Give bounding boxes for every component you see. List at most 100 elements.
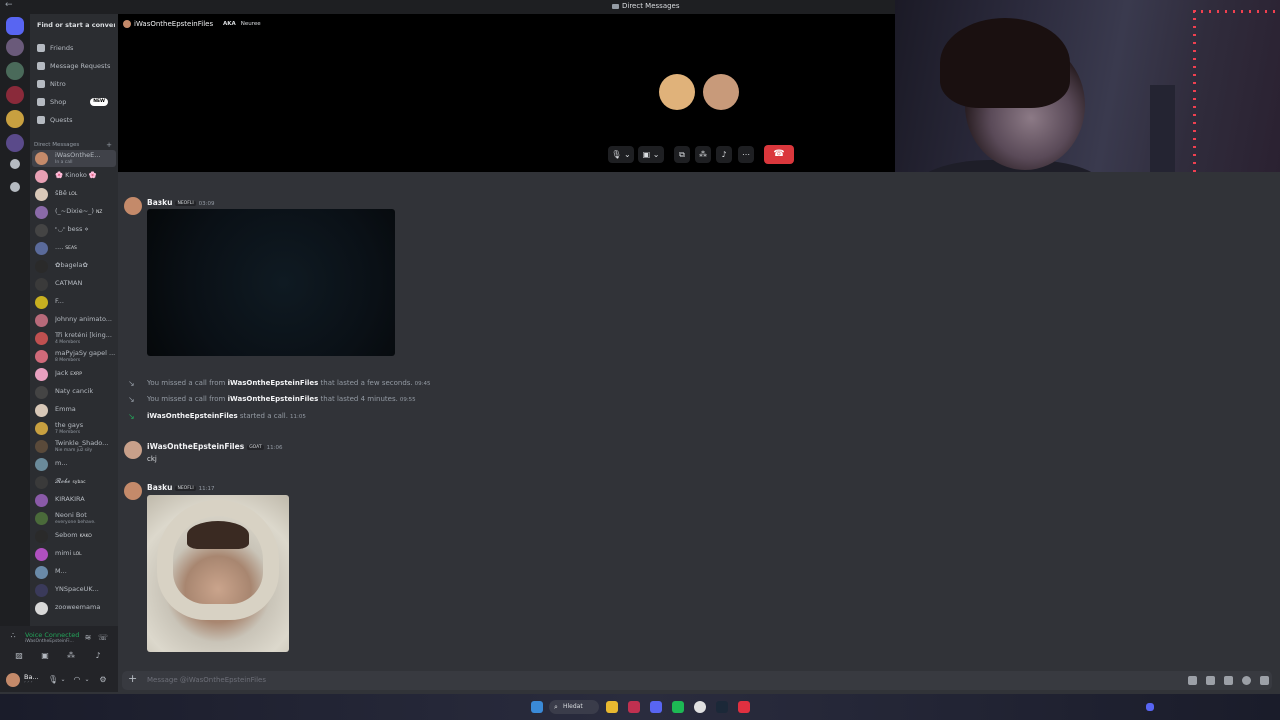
window-title: Direct Messages: [612, 2, 680, 10]
voice-channel[interactable]: iWasOntheEpsteinFi...: [25, 639, 74, 644]
activity-icon: ⁂: [699, 150, 707, 159]
taskbar-search[interactable]: ⌕ Hledat: [549, 700, 599, 714]
server-icon[interactable]: [6, 62, 24, 80]
dm-item[interactable]: Naty cancik: [32, 384, 116, 401]
dm-item[interactable]: M...: [32, 564, 116, 581]
camera-toggle-button[interactable]: ▣ ⌄: [638, 146, 664, 163]
dm-item[interactable]: Sebom KAKO: [32, 528, 116, 545]
more-options-button[interactable]: ⋯: [738, 146, 754, 163]
dm-item[interactable]: Emma: [32, 402, 116, 419]
microphone-icon[interactable]: 🎙: [48, 675, 58, 685]
spotify-icon[interactable]: [672, 701, 684, 713]
server-icon[interactable]: [6, 134, 24, 152]
dm-item[interactable]: 🌸 Kinoko 🌸: [32, 168, 116, 185]
attach-plus-icon[interactable]: +: [128, 672, 137, 685]
chrome-icon[interactable]: [694, 701, 706, 713]
dm-item[interactable]: ᶜ◡ᶜ bess ⋄: [32, 222, 116, 239]
tray-icon[interactable]: [1146, 703, 1154, 711]
voice-connected-panel: ∴ Voice Connected iWasOntheEpsteinFi... …: [0, 626, 118, 668]
nav-nitro[interactable]: Nitro: [34, 77, 114, 91]
username[interactable]: Ba...: [24, 673, 39, 681]
dm-item[interactable]: mimi LOL: [32, 546, 116, 563]
dm-item[interactable]: iWasOntheE... In a call: [32, 150, 116, 167]
dm-item[interactable]: 𝓡𝓸𝓫𝓸 sybac: [32, 474, 116, 491]
avatar[interactable]: [124, 197, 142, 215]
dm-item[interactable]: Jack EXRP: [32, 366, 116, 383]
avatar[interactable]: [6, 673, 20, 687]
dm-item[interactable]: Twinkle_Shado... Nie mam już siły: [32, 438, 116, 455]
mute-microphone-button[interactable]: 🎙 ⌄: [608, 146, 634, 163]
connection-signal-icon[interactable]: ∴: [8, 631, 18, 641]
message-author[interactable]: Baзku: [147, 483, 172, 492]
add-server-icon[interactable]: [10, 159, 20, 169]
screen-share-button[interactable]: ⧉: [674, 146, 690, 163]
dm-item[interactable]: zooweemama: [32, 600, 116, 617]
participant-avatar[interactable]: [659, 74, 695, 110]
taskbar-app-icon[interactable]: [628, 701, 640, 713]
taskbar-app-icon[interactable]: [738, 701, 750, 713]
message-composer[interactable]: + Message @iWasOntheEpsteinFiles: [122, 671, 1272, 690]
video-attachment[interactable]: [147, 209, 395, 356]
gift-icon[interactable]: [1188, 676, 1197, 685]
gif-icon[interactable]: [1206, 676, 1215, 685]
dm-item[interactable]: m...: [32, 456, 116, 473]
emoji-icon[interactable]: [1242, 676, 1251, 685]
dm-name: Neoni Bot: [55, 511, 87, 519]
message-author[interactable]: Baзku: [147, 198, 172, 207]
image-attachment[interactable]: [147, 495, 289, 652]
steam-icon[interactable]: [716, 701, 728, 713]
call-recipient-name[interactable]: iWasOntheEpsteinFiles: [134, 20, 213, 28]
dm-item[interactable]: Tři kreténi [king... 4 Members: [32, 330, 116, 347]
dm-item[interactable]: KIRAKIRA: [32, 492, 116, 509]
windows-start-icon[interactable]: [531, 701, 543, 713]
sticker-icon[interactable]: [1224, 676, 1233, 685]
chevron-down-icon[interactable]: ⌄: [82, 675, 92, 685]
server-icon[interactable]: [6, 38, 24, 56]
discord-home-icon[interactable]: [6, 17, 24, 35]
dm-sidebar: Find or start a conversati... Friends Me…: [30, 14, 118, 668]
dm-item[interactable]: ✿bagela✿: [32, 258, 116, 275]
apps-icon[interactable]: [1260, 676, 1269, 685]
dm-item[interactable]: (_~Dixie~_) NZ: [32, 204, 116, 221]
nav-quests[interactable]: Quests: [34, 113, 114, 127]
avatar: [35, 350, 48, 363]
message-author[interactable]: iWasOntheEpsteinFiles: [147, 442, 244, 451]
activity-button[interactable]: ⁂: [695, 146, 711, 163]
nav-friends[interactable]: Friends: [34, 41, 114, 55]
participant-avatar[interactable]: [703, 74, 739, 110]
headphones-icon[interactable]: ◠: [72, 675, 82, 685]
activity-icon[interactable]: ⁂: [66, 651, 76, 661]
soundboard-icon[interactable]: ♪: [93, 651, 103, 661]
settings-gear-icon[interactable]: ⚙: [98, 675, 108, 685]
nav-shop[interactable]: Shop NEW: [34, 95, 114, 109]
noise-suppression-icon[interactable]: ≋: [83, 633, 93, 643]
server-icon[interactable]: [6, 110, 24, 128]
chevron-down-icon[interactable]: ⌄: [58, 675, 68, 685]
camera-off-icon[interactable]: ▨: [14, 651, 24, 661]
message-input[interactable]: Message @iWasOntheEpsteinFiles: [147, 676, 266, 684]
screen-share-icon[interactable]: ▣: [40, 651, 50, 661]
nav-message-requests[interactable]: Message Requests: [34, 59, 114, 73]
dm-item[interactable]: the gays 7 Members: [32, 420, 116, 437]
avatar[interactable]: [124, 482, 142, 500]
dm-item[interactable]: šBê LOL: [32, 186, 116, 203]
dm-item[interactable]: CATMAN: [32, 276, 116, 293]
disconnect-icon[interactable]: ☏: [98, 633, 108, 643]
discover-icon[interactable]: [10, 182, 20, 192]
create-dm-icon[interactable]: +: [106, 141, 112, 149]
dm-item[interactable]: YNSpaceUK...: [32, 582, 116, 599]
dm-item[interactable]: F...: [32, 294, 116, 311]
dm-item[interactable]: .... SEAS: [32, 240, 116, 257]
discord-taskbar-icon[interactable]: [650, 701, 662, 713]
dm-item[interactable]: maPyjaSy gapel ... 8 Members: [32, 348, 116, 365]
hang-up-button[interactable]: ☎: [764, 145, 794, 164]
more-icon: ⋯: [742, 150, 750, 159]
dm-item[interactable]: Neoni Bot everyone behave.: [32, 510, 116, 527]
file-explorer-icon[interactable]: [606, 701, 618, 713]
conversation-search[interactable]: Find or start a conversati...: [33, 18, 115, 32]
server-icon[interactable]: [6, 86, 24, 104]
soundboard-button[interactable]: ♪: [716, 146, 732, 163]
back-arrow-icon[interactable]: ←: [5, 0, 13, 10]
avatar[interactable]: [124, 441, 142, 459]
dm-item[interactable]: Johnny animato...: [32, 312, 116, 329]
